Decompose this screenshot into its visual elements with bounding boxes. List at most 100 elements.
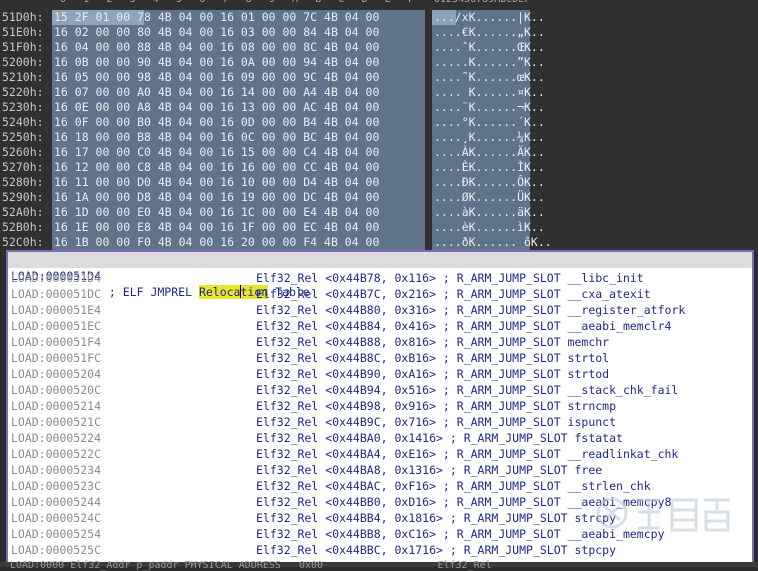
- hex-offset: 5270h:: [2, 160, 44, 174]
- hex-bytes[interactable]: 16 1B 00 00 F0 4B 04 00 16 20 00 00 F4 4…: [54, 235, 379, 250]
- hex-row[interactable]: 5270h: 16 12 00 00 C8 4B 04 00 16 16 00 0…: [0, 160, 758, 175]
- disasm-instruction[interactable]: Elf32_Rel <0x44B80, 0x316> ; R_ARM_JUMP_…: [256, 302, 685, 318]
- disasm-instruction[interactable]: Elf32_Rel <0x44BB4, 0x1816> ; R_ARM_JUMP…: [256, 510, 616, 526]
- disasm-line[interactable]: LOAD:00005234 Elf32_Rel <0x44BA8, 0x1316>…: [8, 462, 752, 478]
- hex-bytes[interactable]: 16 07 00 00 A0 4B 04 00 16 14 00 00 A4 4…: [54, 85, 379, 100]
- hex-ascii[interactable]: ....ðK...... ôK..: [434, 235, 552, 250]
- disassembly-view[interactable]: LOAD:000051D4 ; ELF JMPREL Relocation Ta…: [6, 250, 754, 564]
- disasm-instruction[interactable]: Elf32_Rel <0x44B9C, 0x716> ; R_ARM_JUMP_…: [256, 414, 616, 430]
- hex-row[interactable]: 5230h: 16 0E 00 00 A8 4B 04 00 16 13 00 0…: [0, 100, 758, 115]
- disasm-line[interactable]: LOAD:00005214 Elf32_Rel <0x44B98, 0x916> …: [8, 398, 752, 414]
- disasm-instruction[interactable]: Elf32_Rel <0x44B8C, 0xB16> ; R_ARM_JUMP_…: [256, 350, 609, 366]
- hex-offset: 52A0h:: [2, 205, 44, 219]
- disasm-line[interactable]: LOAD:0000520C Elf32_Rel <0x44B94, 0x516> …: [8, 382, 752, 398]
- hex-offset: 51D0h:: [2, 10, 44, 24]
- disasm-instruction[interactable]: Elf32_Rel <0x44B88, 0x816> ; R_ARM_JUMP_…: [256, 334, 609, 350]
- hex-ascii[interactable]: ....ÈK......ÌK..: [434, 160, 545, 175]
- hex-row[interactable]: 5260h: 16 17 00 00 C0 4B 04 00 16 15 00 0…: [0, 145, 758, 160]
- hex-bytes[interactable]: 16 17 00 00 C0 4B 04 00 16 15 00 00 C4 4…: [54, 145, 379, 160]
- disasm-instruction[interactable]: Elf32_Rel <0x44B98, 0x916> ; R_ARM_JUMP_…: [256, 398, 616, 414]
- disasm-line[interactable]: LOAD:00005254 Elf32_Rel <0x44BB8, 0xC16> …: [8, 526, 752, 542]
- hex-offset: 5280h:: [2, 175, 44, 189]
- disasm-line[interactable]: LOAD:00005224 Elf32_Rel <0x44BA0, 0x1416>…: [8, 430, 752, 446]
- hex-ascii[interactable]: ....ÀK......ÄK..: [434, 145, 545, 160]
- disasm-line[interactable]: LOAD:0000523C Elf32_Rel <0x44BAC, 0xF16> …: [8, 478, 752, 494]
- disasm-instruction[interactable]: Elf32_Rel <0x44BAC, 0xF16> ; R_ARM_JUMP_…: [256, 478, 651, 494]
- hex-ascii[interactable]: ....˜K......œK..: [434, 70, 545, 85]
- hex-bytes[interactable]: 16 1D 00 00 E0 4B 04 00 16 1C 00 00 E4 4…: [54, 205, 379, 220]
- disasm-address: LOAD:00005254: [11, 527, 102, 541]
- disasm-address: LOAD:0000522C: [11, 447, 102, 461]
- hex-ascii[interactable]: ....°K......´K..: [434, 115, 545, 130]
- disasm-address: LOAD:000051D4: [11, 271, 102, 285]
- hex-ascii[interactable]: ....ØK......ÜK..: [434, 190, 545, 205]
- hex-bytes[interactable]: 16 0B 00 00 90 4B 04 00 16 0A 00 00 94 4…: [54, 55, 379, 70]
- disasm-line[interactable]: LOAD:0000524C Elf32_Rel <0x44BB4, 0x1816>…: [8, 510, 752, 526]
- hex-row[interactable]: 51E0h: 16 02 00 00 80 4B 04 00 16 03 00 0…: [0, 25, 758, 40]
- hex-ascii[interactable]: .... K......¤K..: [434, 85, 545, 100]
- hex-view[interactable]: 0123456789ABCDEF0123456789ABCDEF 51D0h:1…: [0, 0, 758, 252]
- disasm-instruction[interactable]: Elf32_Rel <0x44BA4, 0xE16> ; R_ARM_JUMP_…: [256, 446, 678, 462]
- disasm-instruction[interactable]: Elf32_Rel <0x44B78, 0x116> ; R_ARM_JUMP_…: [256, 270, 644, 286]
- disasm-instruction[interactable]: Elf32_Rel <0x44B94, 0x516> ; R_ARM_JUMP_…: [256, 382, 678, 398]
- disasm-line[interactable]: LOAD:000051FC Elf32_Rel <0x44B8C, 0xB16> …: [8, 350, 752, 366]
- hex-row[interactable]: 5250h: 16 18 00 00 B8 4B 04 00 16 0C 00 0…: [0, 130, 758, 145]
- hex-ascii[interactable]: ....àK......äK..: [434, 205, 545, 220]
- hex-row[interactable]: 5290h: 16 1A 00 00 D8 4B 04 00 16 19 00 0…: [0, 190, 758, 205]
- hex-bytes[interactable]: 15 2F 01 00 78 4B 04 00 16 01 00 00 7C 4…: [54, 10, 379, 25]
- disasm-instruction[interactable]: Elf32_Rel <0x44BB0, 0xD16> ; R_ARM_JUMP_…: [256, 494, 671, 510]
- hex-bytes[interactable]: 16 11 00 00 D0 4B 04 00 16 10 00 00 D4 4…: [54, 175, 379, 190]
- hex-row[interactable]: 52B0h: 16 1E 00 00 E8 4B 04 00 16 1F 00 0…: [0, 220, 758, 235]
- disasm-line[interactable]: LOAD:000051DC Elf32_Rel <0x44B7C, 0x216> …: [8, 286, 752, 302]
- hex-row[interactable]: 5280h: 16 11 00 00 D0 4B 04 00 16 10 00 0…: [0, 175, 758, 190]
- disasm-instruction[interactable]: Elf32_Rel <0x44BA8, 0x1316> ; R_ARM_JUMP…: [256, 462, 602, 478]
- hex-ascii[interactable]: ....¨K......¬K..: [434, 100, 545, 115]
- hex-bytes[interactable]: 16 05 00 00 98 4B 04 00 16 09 00 00 9C 4…: [54, 70, 379, 85]
- disasm-instruction[interactable]: Elf32_Rel <0x44BBC, 0x1716> ; R_ARM_JUMP…: [256, 542, 616, 558]
- disasm-header-line[interactable]: LOAD:000051D4 ; ELF JMPREL Relocation Ta…: [8, 252, 752, 299]
- hex-bytes[interactable]: 16 0E 00 00 A8 4B 04 00 16 13 00 00 AC 4…: [54, 100, 379, 115]
- hex-row[interactable]: 52A0h: 16 1D 00 00 E0 4B 04 00 16 1C 00 0…: [0, 205, 758, 220]
- disasm-line[interactable]: LOAD:0000522C Elf32_Rel <0x44BA4, 0xE16> …: [8, 446, 752, 462]
- disasm-line[interactable]: LOAD:0000525C Elf32_Rel <0x44BBC, 0x1716>…: [8, 542, 752, 558]
- disasm-instruction[interactable]: Elf32_Rel <0x44B84, 0x416> ; R_ARM_JUMP_…: [256, 318, 671, 334]
- hex-ascii[interactable]: .....K......”K..: [434, 55, 545, 70]
- disasm-line[interactable]: LOAD:0000521C Elf32_Rel <0x44B9C, 0x716> …: [8, 414, 752, 430]
- disasm-line[interactable]: LOAD:000051EC Elf32_Rel <0x44B84, 0x416> …: [8, 318, 752, 334]
- hex-row[interactable]: 51F0h: 16 04 00 00 88 4B 04 00 16 08 00 0…: [0, 40, 758, 55]
- hex-ascii[interactable]: ....ÐK......ÔK..: [434, 175, 545, 190]
- disasm-line[interactable]: LOAD:000051F4 Elf32_Rel <0x44B88, 0x816> …: [8, 334, 752, 350]
- hex-bytes[interactable]: 16 1A 00 00 D8 4B 04 00 16 19 00 00 DC 4…: [54, 190, 379, 205]
- hex-ascii[interactable]: ....ˆK......ŒK..: [434, 40, 545, 55]
- hex-bytes[interactable]: 16 18 00 00 B8 4B 04 00 16 0C 00 00 BC 4…: [54, 130, 379, 145]
- disasm-instruction[interactable]: Elf32_Rel <0x44B90, 0xA16> ; R_ARM_JUMP_…: [256, 366, 609, 382]
- hex-bytes[interactable]: 16 02 00 00 80 4B 04 00 16 03 00 00 84 4…: [54, 25, 379, 40]
- vertical-scrollbar[interactable]: [754, 252, 758, 564]
- hex-ascii[interactable]: ....èK......ìK..: [434, 220, 545, 235]
- hex-ascii[interactable]: ....€K......„K..: [434, 25, 545, 40]
- hex-bytes[interactable]: 16 1E 00 00 E8 4B 04 00 16 1F 00 00 EC 4…: [54, 220, 379, 235]
- disasm-line[interactable]: LOAD:000051D4 Elf32_Rel <0x44B78, 0x116> …: [8, 270, 752, 286]
- disasm-line[interactable]: LOAD:00005204 Elf32_Rel <0x44B90, 0xA16> …: [8, 366, 752, 382]
- disasm-address: LOAD:0000525C: [11, 543, 102, 557]
- hex-row[interactable]: 5220h: 16 07 00 00 A0 4B 04 00 16 14 00 0…: [0, 85, 758, 100]
- hex-bytes[interactable]: 16 04 00 00 88 4B 04 00 16 08 00 00 8C 4…: [54, 40, 379, 55]
- hex-row[interactable]: 5240h: 16 0F 00 00 B0 4B 04 00 16 0D 00 0…: [0, 115, 758, 130]
- hex-bytes[interactable]: 16 0F 00 00 B0 4B 04 00 16 0D 00 00 B4 4…: [54, 115, 379, 130]
- hex-row[interactable]: 5210h: 16 05 00 00 98 4B 04 00 16 09 00 0…: [0, 70, 758, 85]
- disasm-address: LOAD:00005244: [11, 495, 102, 509]
- hex-row[interactable]: 52C0h: 16 1B 00 00 F0 4B 04 00 16 20 00 0…: [0, 235, 758, 250]
- disasm-instruction[interactable]: Elf32_Rel <0x44B7C, 0x216> ; R_ARM_JUMP_…: [256, 286, 651, 302]
- disasm-instruction[interactable]: Elf32_Rel <0x44BA0, 0x1416> ; R_ARM_JUMP…: [256, 430, 623, 446]
- hex-ascii[interactable]: ....¸K......¼K..: [434, 130, 545, 145]
- disasm-line[interactable]: LOAD:00005244 Elf32_Rel <0x44BB0, 0xD16> …: [8, 494, 752, 510]
- hex-row[interactable]: 51D0h: 15 2F 01 00 78 4B 04 00 16 01 00 0…: [0, 10, 758, 25]
- hex-ascii[interactable]: .../xK......|K..: [434, 10, 545, 25]
- hex-col-label: 6: [199, 0, 205, 5]
- disasm-address: LOAD:000051F4: [11, 335, 102, 349]
- disasm-line[interactable]: LOAD:000051E4 Elf32_Rel <0x44B80, 0x316> …: [8, 302, 752, 318]
- hex-bytes[interactable]: 16 12 00 00 C8 4B 04 00 16 16 00 00 CC 4…: [54, 160, 379, 175]
- hex-row[interactable]: 5200h: 16 0B 00 00 90 4B 04 00 16 0A 00 0…: [0, 55, 758, 70]
- disasm-address: LOAD:00005214: [11, 399, 102, 413]
- disasm-instruction[interactable]: Elf32_Rel <0x44BB8, 0xC16> ; R_ARM_JUMP_…: [256, 526, 665, 542]
